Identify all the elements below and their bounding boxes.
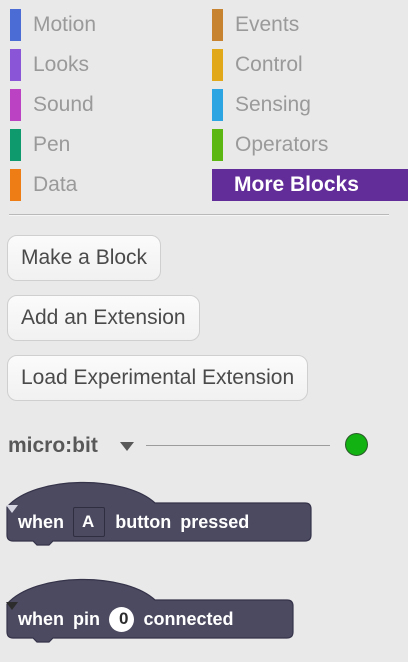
block-text-connected: connected [143, 608, 234, 629]
when-button-pressed-block[interactable]: when A button pressed [5, 481, 315, 551]
category-color-swatch [212, 89, 223, 121]
category-operators[interactable]: Operators [212, 129, 328, 161]
block-text-pressed: pressed [180, 511, 250, 532]
category-color-swatch [10, 89, 21, 121]
category-label: Pen [33, 133, 71, 156]
status-indicator-icon [345, 433, 368, 456]
pin-dropdown-value: 0 [119, 609, 129, 628]
dropdown-arrow-icon [6, 602, 18, 610]
category-label: Looks [33, 53, 90, 76]
category-looks[interactable]: Looks [10, 49, 89, 81]
pin-dropdown[interactable]: 0 [6, 602, 135, 632]
category-label: Data [33, 173, 78, 196]
block-text-pin: pin [73, 608, 101, 629]
category-sound[interactable]: Sound [10, 89, 94, 121]
category-color-swatch [212, 9, 223, 41]
block-text-when: when [18, 608, 65, 629]
category-data[interactable]: Data [10, 169, 77, 201]
category-sensing[interactable]: Sensing [212, 89, 311, 121]
category-color-swatch [212, 49, 223, 81]
category-color-swatch [10, 49, 21, 81]
when-pin-connected-block[interactable]: when pin 0 connected [5, 578, 297, 648]
block-text-button: button [115, 511, 172, 532]
button-dropdown[interactable]: A [6, 505, 106, 537]
category-motion[interactable]: Motion [10, 9, 96, 41]
extension-header: micro:bit [8, 428, 378, 464]
category-label: More Blocks [234, 173, 359, 196]
make-block-button[interactable]: Make a Block [7, 235, 162, 281]
category-label: Motion [33, 13, 97, 36]
category-color-swatch [10, 129, 21, 161]
category-label: Sound [33, 93, 94, 116]
extension-header-line [146, 445, 330, 446]
add-extension-button[interactable]: Add an Extension [7, 295, 200, 341]
category-pen[interactable]: Pen [10, 129, 70, 161]
category-palette: Motion Looks Sound Pen Data Events Contr… [0, 0, 408, 205]
chevron-down-icon[interactable] [118, 437, 136, 455]
palette-divider [9, 214, 389, 215]
category-label: Events [235, 13, 300, 36]
category-label: Control [235, 53, 303, 76]
category-color-swatch [212, 129, 223, 161]
category-label: Operators [235, 133, 329, 156]
category-control[interactable]: Control [212, 49, 303, 81]
load-experimental-extension-button[interactable]: Load Experimental Extension [7, 355, 309, 401]
block-text-when: when [18, 511, 65, 532]
category-color-swatch [10, 9, 21, 41]
category-events[interactable]: Events [212, 9, 299, 41]
extension-name: micro:bit [8, 434, 98, 457]
category-color-swatch [10, 169, 21, 201]
category-label: Sensing [235, 93, 311, 116]
dropdown-arrow-icon [6, 505, 18, 513]
button-dropdown-value: A [82, 512, 95, 531]
category-more-blocks[interactable]: More Blocks [212, 169, 408, 201]
